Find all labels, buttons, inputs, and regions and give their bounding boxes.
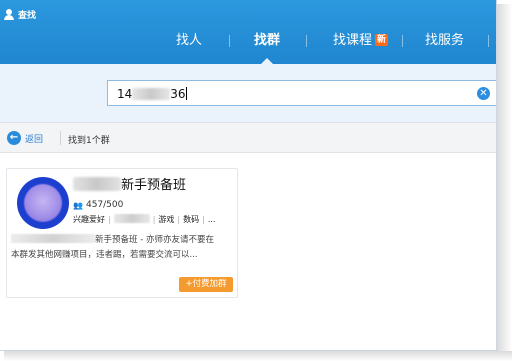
- tab-divider: [229, 35, 230, 47]
- result-count: 找到1个群: [68, 136, 110, 146]
- group-tags: 兴趣爱好 | | 游戏 | 数码 |...: [73, 214, 216, 224]
- app-title: 查找: [4, 8, 36, 21]
- tag: 游戏: [158, 215, 175, 224]
- top-bar: 查找 找人 找群 找课程新 找服务: [0, 0, 496, 64]
- app-title-label: 查找: [18, 11, 37, 21]
- tab-find-people[interactable]: 找人: [176, 31, 202, 51]
- result-bar: ← 返回 找到1个群: [0, 122, 496, 153]
- clear-icon[interactable]: ✕: [477, 87, 490, 100]
- text-cursor: [185, 87, 187, 100]
- tab-find-people-label: 找人: [176, 33, 203, 48]
- group-description: 新手预备班 - 亦师亦友请不要在 本群发其他网赚项目，违者踢，若需要交流可以..…: [11, 234, 214, 260]
- tab-find-courses[interactable]: 找课程新: [333, 31, 389, 51]
- tab-divider: [306, 35, 307, 47]
- redacted-text: [113, 214, 150, 223]
- paid-join-button[interactable]: +付费加群: [179, 277, 233, 292]
- window-shadow: [497, 4, 512, 361]
- back-button-label: 返回: [25, 134, 44, 145]
- group-card[interactable]: 新手预备班 👥 457/500 兴趣爱好 | | 游戏 | 数码 |... 新手预备班 - …: [6, 168, 238, 298]
- arrow-left-icon: ←: [7, 131, 21, 145]
- tag: 兴趣爱好: [73, 215, 105, 224]
- avatar[interactable]: [17, 177, 69, 229]
- window-shadow: [4, 351, 512, 361]
- members-icon: 👥: [73, 200, 83, 210]
- redacted-text: [11, 234, 95, 243]
- search-input-value: 14 36: [117, 87, 187, 101]
- back-button[interactable]: ← 返回: [7, 131, 43, 145]
- tab-bar: 找人 找群 找课程新 找服务: [0, 31, 496, 53]
- tab-divider: [402, 35, 403, 47]
- tab-find-services[interactable]: 找服务: [425, 31, 464, 51]
- tag: 数码: [183, 215, 200, 224]
- tab-find-services-label: 找服务: [425, 33, 465, 48]
- tab-divider: [488, 35, 489, 47]
- redacted-text: [132, 88, 171, 100]
- search-area: 14 36 ✕: [0, 64, 496, 122]
- tab-find-courses-label: 找课程: [333, 33, 373, 48]
- group-name[interactable]: 新手预备班: [73, 177, 186, 195]
- divider: [60, 131, 61, 145]
- new-badge: 新: [375, 34, 389, 46]
- member-count: 👥 457/500: [73, 200, 124, 210]
- search-input[interactable]: 14 36 ✕: [107, 80, 496, 106]
- find-window: 查找 找人 找群 找课程新 找服务 14 36 ✕ ← 返回 找到1个群 新手预备…: [0, 0, 497, 351]
- redacted-text: [73, 177, 121, 191]
- tab-find-groups-label: 找群: [254, 33, 281, 48]
- user-icon: [4, 9, 14, 20]
- tab-find-groups[interactable]: 找群: [254, 31, 280, 51]
